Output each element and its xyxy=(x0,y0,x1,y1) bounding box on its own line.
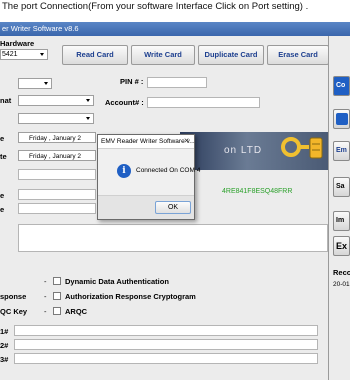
write-card-button[interactable]: Write Card xyxy=(131,45,195,65)
field-e2-input[interactable] xyxy=(18,203,96,214)
right-panel-divider xyxy=(328,36,329,380)
account-label: Account# : xyxy=(105,98,144,107)
issue-date-picker[interactable]: Friday , January 2 xyxy=(18,132,96,143)
field-e2-label: e xyxy=(0,205,5,214)
banner-text: on LTD xyxy=(224,145,263,156)
qc-key-label: QC Key xyxy=(0,307,28,316)
track3-label: 3# xyxy=(0,355,9,364)
port-icon xyxy=(336,113,348,125)
field-row-1[interactable] xyxy=(18,169,96,180)
track-data-text: 4RE841F8ESQ48FRR xyxy=(222,188,293,195)
info-icon: i xyxy=(117,164,131,178)
duplicate-card-button[interactable]: Duplicate Card xyxy=(198,45,264,65)
hardware-select[interactable]: 5421 xyxy=(0,49,48,60)
dialog-message: Connected On COM 4 xyxy=(136,167,201,174)
arc-label: Authorization Response Cryptogram xyxy=(65,292,196,301)
track1-input[interactable] xyxy=(14,325,318,336)
track2-input[interactable] xyxy=(14,339,318,350)
chevron-down-icon xyxy=(86,117,90,120)
card-type-select[interactable] xyxy=(18,78,52,89)
page-caption: The port Connection(From your software I… xyxy=(2,1,309,12)
hardware-value: 5421 xyxy=(2,51,18,58)
dda-checkbox[interactable] xyxy=(53,277,61,285)
format-select[interactable] xyxy=(18,95,94,106)
option-dash-2: - xyxy=(44,292,47,301)
ok-button[interactable]: OK xyxy=(155,201,191,214)
app-window: er Writer Software v8.6 Hardware 5421 Re… xyxy=(0,22,350,380)
account-input[interactable] xyxy=(147,97,260,108)
window-titlebar: er Writer Software v8.6 xyxy=(0,22,350,36)
field-e1-label: e xyxy=(0,191,5,200)
pin-input[interactable] xyxy=(147,77,207,88)
record-label: Reco xyxy=(333,268,350,277)
option-dash-3: - xyxy=(44,307,47,316)
settings-button[interactable] xyxy=(333,109,350,129)
field-e1-input[interactable] xyxy=(18,189,96,200)
chevron-down-icon xyxy=(40,53,44,56)
format-label: nat xyxy=(0,96,12,105)
hardware-label: Hardware xyxy=(0,39,35,48)
expiry-date-picker[interactable]: Friday , January 2 xyxy=(18,150,96,161)
connect-button[interactable]: Co xyxy=(333,76,350,96)
option-dash-1: - xyxy=(44,277,47,286)
read-card-button[interactable]: Read Card xyxy=(62,45,128,65)
issue-date-value: Friday , January 2 xyxy=(29,135,82,142)
chevron-down-icon xyxy=(86,99,90,102)
pin-label: PIN # : xyxy=(120,77,144,86)
track3-input[interactable] xyxy=(14,353,318,364)
output-textarea[interactable] xyxy=(18,224,328,252)
em-button[interactable]: Em xyxy=(333,141,350,161)
import-button[interactable]: Im xyxy=(333,211,350,231)
dialog-title: EMV Reader Writer Software v... xyxy=(98,135,195,149)
brand-banner: on LTD xyxy=(180,132,329,170)
close-icon[interactable]: ✕ xyxy=(181,136,192,147)
arqc-label: ARQC xyxy=(65,307,88,316)
dda-label: Dynamic Data Authentication xyxy=(65,277,169,286)
record-value: 20-01 xyxy=(333,281,350,288)
expiry-date-value: Friday , January 2 xyxy=(29,153,82,160)
exit-button[interactable]: Ex xyxy=(333,236,350,256)
erase-card-button[interactable]: Erase Card xyxy=(267,45,329,65)
response-label: sponse xyxy=(0,292,27,301)
option-select[interactable] xyxy=(18,113,94,124)
key-chip-icon xyxy=(281,137,323,159)
expiry-date-label: te xyxy=(0,152,7,161)
save-button[interactable]: Sa xyxy=(333,177,350,197)
issue-date-label: e xyxy=(0,134,5,143)
track2-label: 2# xyxy=(0,341,9,350)
chevron-down-icon xyxy=(44,82,48,85)
arqc-checkbox[interactable] xyxy=(53,307,61,315)
track1-label: 1# xyxy=(0,327,9,336)
connection-dialog: EMV Reader Writer Software v... ✕ i Conn… xyxy=(97,134,200,220)
arc-checkbox[interactable] xyxy=(53,292,61,300)
